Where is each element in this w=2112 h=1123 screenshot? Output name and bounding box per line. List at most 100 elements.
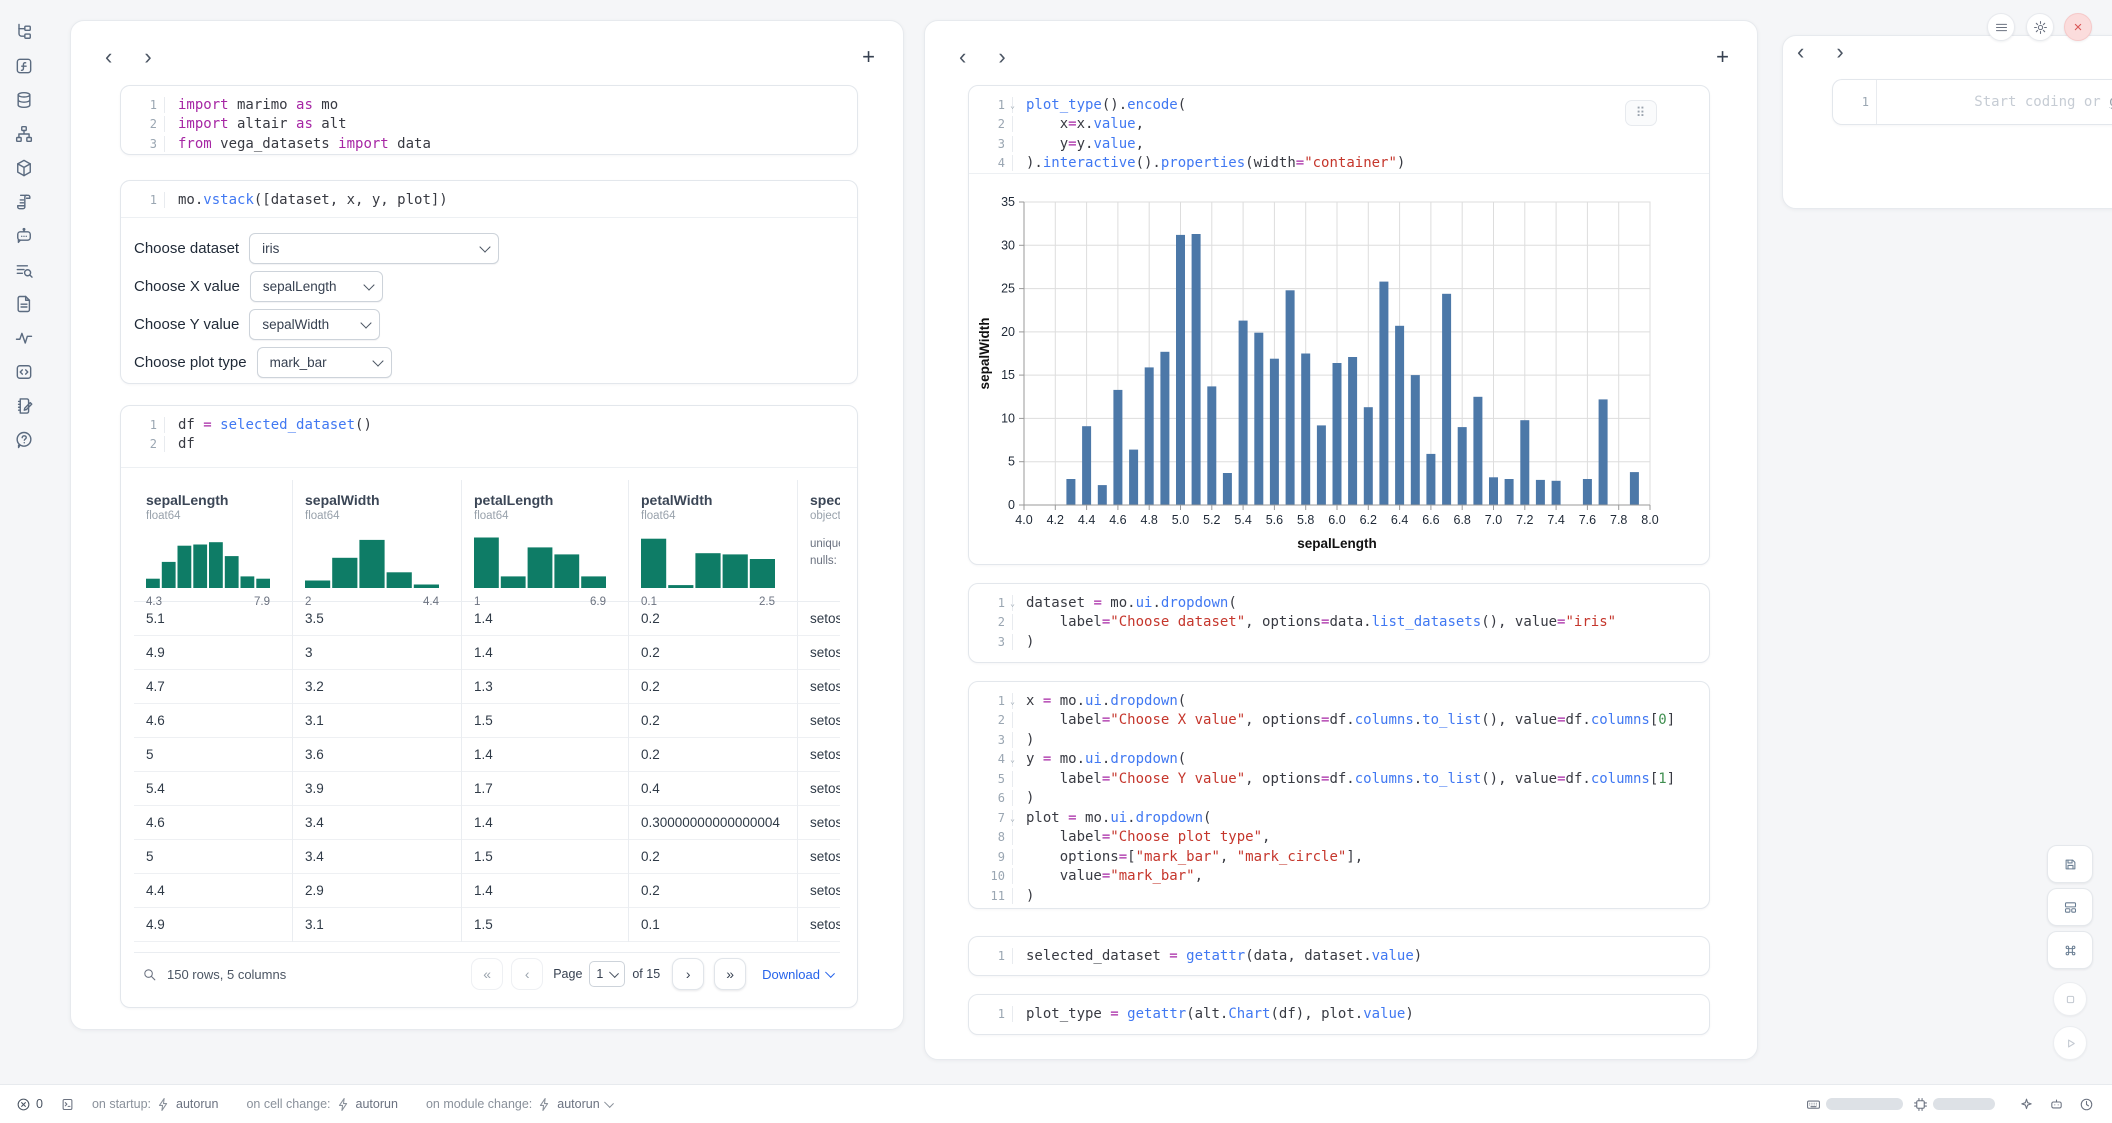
column-forward-button[interactable]: › xyxy=(140,49,155,65)
line-number: 4 xyxy=(969,156,1012,170)
save-button[interactable] xyxy=(2047,845,2093,883)
dropdown-select[interactable]: sepalWidth xyxy=(249,309,380,340)
code-editor[interactable]: 1df = selected_dataset()2df xyxy=(121,406,857,461)
runtime-config-item[interactable]: on startup:autorun xyxy=(92,1097,218,1112)
layout-button[interactable] xyxy=(2047,888,2093,926)
cell-output-divider xyxy=(121,467,857,468)
column-header[interactable]: sepalLengthfloat644.37.9 xyxy=(134,480,292,602)
line-number: 6 xyxy=(969,791,1012,805)
sidebar-file-tree-icon[interactable] xyxy=(12,21,36,42)
sparkle-icon[interactable] xyxy=(2019,1097,2034,1112)
error-count[interactable]: 0 xyxy=(16,1097,43,1112)
column-dtype: float64 xyxy=(474,510,628,522)
code-editor[interactable]: 1mo.vstack([dataset, x, y, plot]) xyxy=(121,181,857,217)
page-select[interactable]: 1 xyxy=(589,961,625,987)
column-header[interactable]: speciesobjectunique:nulls: xyxy=(798,480,840,602)
code-line: 4⌄y = mo.ui.dropdown( xyxy=(969,750,1709,770)
column-name: species xyxy=(810,492,840,508)
lightning-icon xyxy=(537,1097,552,1112)
column-dtype: float64 xyxy=(146,510,292,522)
page-label: Page xyxy=(553,967,582,981)
column-header[interactable]: sepalWidthfloat6424.4 xyxy=(293,480,461,602)
prev-page-button[interactable]: ‹ xyxy=(511,958,543,990)
add-cell-button[interactable]: + xyxy=(1710,47,1735,67)
fold-chevron-icon[interactable]: ⌄ xyxy=(1010,697,1015,706)
column-header[interactable]: petalLengthfloat6416.9 xyxy=(462,480,628,602)
sidebar-logs-search-icon[interactable] xyxy=(12,259,36,280)
sidebar-package-icon[interactable] xyxy=(12,157,36,178)
code-editor[interactable]: 1plot_type = getattr(alt.Chart(df), plot… xyxy=(969,995,1709,1031)
svg-text:6.4: 6.4 xyxy=(1391,513,1408,527)
table-cell: 1.5 xyxy=(462,840,628,874)
sidebar-snippets-icon[interactable] xyxy=(12,361,36,382)
stop-button[interactable] xyxy=(2053,982,2087,1016)
gear-icon xyxy=(2033,20,2048,35)
code-line: 2import altair as alt xyxy=(121,115,857,135)
settings-button[interactable] xyxy=(2026,13,2054,41)
control-row: Choose X value sepalLength xyxy=(134,272,857,302)
table-cell: 1.5 xyxy=(462,704,628,738)
first-page-button[interactable]: « xyxy=(471,958,503,990)
code-editor[interactable]: 1 Start coding or generate with AI xyxy=(1833,80,2112,119)
code-editor[interactable]: 1⌄dataset = mo.ui.dropdown(2 label="Choo… xyxy=(969,584,1709,659)
column-back-button[interactable]: ‹ xyxy=(955,49,970,65)
usage-pill xyxy=(1933,1098,1995,1110)
sidebar-scroll-icon[interactable] xyxy=(12,191,36,212)
sidebar-help-icon[interactable] xyxy=(12,429,36,450)
column-forward-button[interactable]: › xyxy=(1832,44,1847,60)
code-editor[interactable]: 1import marimo as mo2import altair as al… xyxy=(121,86,857,155)
runtime-config-value: autorun xyxy=(176,1097,218,1111)
last-page-button[interactable]: » xyxy=(714,958,746,990)
code-editor[interactable]: 1⌄plot_type().encode(2 x=x.value,3 y=y.v… xyxy=(969,86,1709,180)
terminal-toggle[interactable] xyxy=(60,1097,75,1112)
cell-plot: 1⌄plot_type().encode(2 x=x.value,3 y=y.v… xyxy=(968,85,1710,565)
next-page-button[interactable]: › xyxy=(672,958,704,990)
cell-empty: 1 Start coding or generate with AI xyxy=(1832,79,2112,125)
fold-chevron-icon[interactable]: ⌄ xyxy=(1010,755,1015,764)
runtime-config-item[interactable]: on module change:autorun xyxy=(426,1097,613,1112)
chevron-down-icon xyxy=(609,968,619,978)
sidebar-scratchpad-icon[interactable] xyxy=(12,395,36,416)
table-cell: 0.1 xyxy=(629,908,797,942)
dropdown-select[interactable]: iris xyxy=(249,233,499,264)
command-palette-button[interactable] xyxy=(2047,931,2093,969)
column-back-button[interactable]: ‹ xyxy=(101,49,116,65)
code-editor[interactable]: 1selected_dataset = getattr(data, datase… xyxy=(969,937,1709,973)
chart-drag-handle-icon[interactable]: ⠿ xyxy=(1625,100,1657,126)
sidebar-document-icon[interactable] xyxy=(12,293,36,314)
clock-icon[interactable] xyxy=(2079,1097,2094,1112)
altair-chart[interactable]: 051015202530354.04.24.44.64.85.05.25.45.… xyxy=(969,173,1709,564)
run-button[interactable] xyxy=(2053,1026,2087,1060)
menu-button[interactable] xyxy=(1987,13,2015,41)
fold-chevron-icon[interactable]: ⌄ xyxy=(1010,101,1015,110)
sidebar-dep-graph-icon[interactable] xyxy=(12,123,36,144)
runtime-config-label: on module change: xyxy=(426,1097,532,1111)
dropdown-select[interactable]: sepalLength xyxy=(250,271,383,302)
bot-icon[interactable] xyxy=(2049,1097,2064,1112)
code-editor[interactable]: 1⌄x = mo.ui.dropdown(2 label="Choose X v… xyxy=(969,682,1709,909)
sidebar-chat-bot-icon[interactable] xyxy=(12,225,36,246)
fold-chevron-icon[interactable]: ⌄ xyxy=(1010,814,1015,823)
table-cell: 4.4 xyxy=(134,874,292,908)
dropdown-select[interactable]: mark_bar xyxy=(257,347,392,378)
notebook-column-3: ‹ › 1 Start coding or generate with AI xyxy=(1782,35,2112,209)
svg-text:8.0: 8.0 xyxy=(1641,513,1658,527)
sidebar-tracing-icon[interactable] xyxy=(12,327,36,348)
sidebar-database-icon[interactable] xyxy=(12,89,36,110)
add-cell-button[interactable]: + xyxy=(856,47,881,67)
runtime-config-item[interactable]: on cell change:autorun xyxy=(246,1097,398,1112)
download-button[interactable]: Download xyxy=(762,967,834,982)
terminal-icon xyxy=(60,1097,75,1112)
fold-chevron-icon[interactable]: ⌄ xyxy=(1010,599,1015,608)
sidebar-functions-icon[interactable] xyxy=(12,55,36,76)
table-column: sepalWidthfloat6424.43.533.23.13.63.93.4… xyxy=(293,480,462,942)
column-header[interactable]: petalWidthfloat640.12.5 xyxy=(629,480,797,602)
layout-icon xyxy=(2063,900,2078,915)
column-forward-button[interactable]: › xyxy=(994,49,1009,65)
dropdown-label: Choose X value xyxy=(134,278,240,295)
search-icon[interactable] xyxy=(142,967,157,982)
column-back-button[interactable]: ‹ xyxy=(1793,44,1808,60)
svg-text:5: 5 xyxy=(1008,455,1015,469)
page-count-label: of 15 xyxy=(632,967,660,981)
close-button[interactable]: × xyxy=(2064,13,2092,41)
